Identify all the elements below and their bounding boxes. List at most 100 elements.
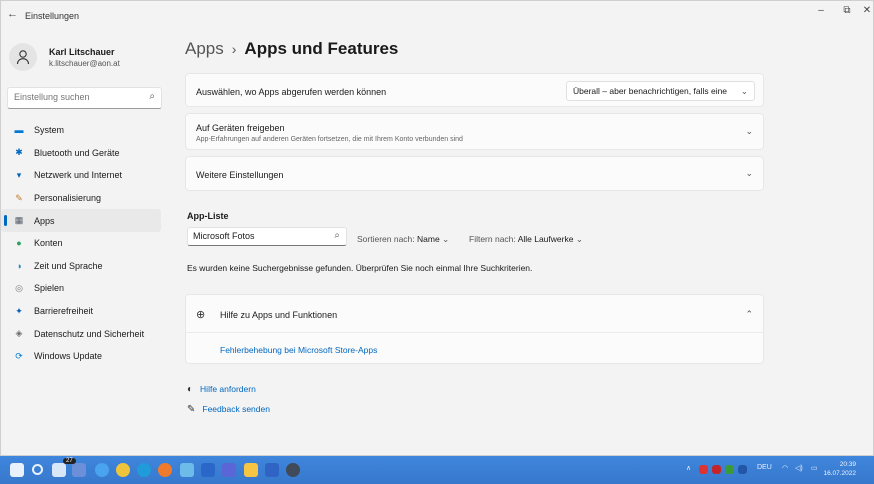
sidebar-item-label: Bluetooth und Geräte bbox=[34, 147, 120, 158]
feedback-link[interactable]: ✎ Feedback senden bbox=[187, 404, 270, 415]
app-source-dropdown[interactable]: Überall – aber benachrichtigen, falls ei… bbox=[566, 81, 755, 101]
breadcrumb-parent[interactable]: Apps bbox=[185, 39, 224, 58]
page-title: Apps und Features bbox=[244, 39, 399, 58]
monitor-icon: ▬ bbox=[14, 125, 24, 136]
clock-date: 16.07.2022 bbox=[823, 470, 856, 477]
taskbar: 27 ∧ DEU ◠ ◁) ▭ 20:39 16.07.2022 bbox=[0, 456, 874, 484]
wifi-icon[interactable]: ◠ bbox=[782, 464, 788, 472]
filter-dropdown[interactable]: Filtern nach: Alle Laufwerke ⌄ bbox=[469, 234, 583, 245]
brush-icon: ✎ bbox=[15, 192, 23, 203]
language-indicator[interactable]: DEU bbox=[757, 464, 772, 471]
bluetooth-icon: ✱ bbox=[15, 147, 23, 158]
sidebar-item-label: Datenschutz und Sicherheit bbox=[34, 328, 145, 339]
avatar bbox=[9, 43, 37, 71]
settings-search-box[interactable]: ⌕ bbox=[7, 87, 162, 109]
chevron-down-icon: ⌄ bbox=[442, 234, 450, 244]
sidebar-item-system[interactable]: ▬ System bbox=[1, 119, 161, 142]
sidebar-item-label: Personalisierung bbox=[34, 193, 102, 204]
feedback-icon: ✎ bbox=[187, 404, 196, 415]
sidebar-item-label: Netzwerk und Internet bbox=[34, 170, 123, 181]
sidebar-item-label: System bbox=[34, 125, 65, 136]
search-icon[interactable]: ⌕ bbox=[334, 230, 340, 241]
search-icon[interactable]: ⌕ bbox=[149, 91, 155, 102]
chevron-down-icon[interactable]: ⌄ bbox=[745, 168, 753, 179]
chat-icon[interactable] bbox=[72, 463, 86, 477]
sidebar-item-konten[interactable]: ● Konten bbox=[1, 232, 161, 255]
chrome-icon[interactable] bbox=[116, 463, 130, 477]
firefox-icon[interactable] bbox=[158, 463, 172, 477]
settings-search-input[interactable] bbox=[14, 92, 144, 102]
sidebar-item-label: Zeit und Sprache bbox=[34, 260, 103, 271]
volume-icon[interactable]: ◁) bbox=[795, 464, 803, 472]
clock-time: 20:39 bbox=[839, 461, 856, 468]
shield-icon: ◈ bbox=[15, 328, 23, 339]
tray-chevron-icon[interactable]: ∧ bbox=[686, 464, 691, 472]
task-view-icon[interactable] bbox=[52, 463, 66, 477]
app-search-box[interactable]: ⌕ bbox=[187, 227, 347, 246]
sidebar-item-spielen[interactable]: ◎ Spielen bbox=[1, 277, 161, 300]
clock[interactable]: 20:39 16.07.2022 bbox=[823, 460, 856, 478]
chevron-up-icon[interactable]: ⌃ bbox=[745, 309, 753, 320]
app-source-label: Auswählen, wo Apps abgerufen werden könn… bbox=[196, 87, 387, 97]
battery-icon[interactable]: ▭ bbox=[811, 464, 818, 472]
tray-app-icon[interactable] bbox=[699, 465, 708, 474]
store-icon[interactable] bbox=[265, 463, 279, 477]
app-icon[interactable] bbox=[180, 463, 194, 477]
gamepad-icon: ◎ bbox=[15, 282, 23, 293]
teams-icon[interactable] bbox=[222, 463, 236, 477]
back-arrow-icon[interactable]: ← bbox=[7, 8, 18, 20]
minimize-button[interactable]: – bbox=[809, 5, 833, 16]
breadcrumb-separator: › bbox=[231, 41, 237, 57]
wifi-icon: ▾ bbox=[16, 169, 22, 180]
settings-gear-icon[interactable] bbox=[286, 463, 300, 477]
tray-app-icon[interactable] bbox=[725, 465, 734, 474]
help-title: Hilfe zu Apps und Funktionen bbox=[220, 310, 338, 320]
sidebar-item-barrierefreiheit[interactable]: ✦ Barrierefreiheit bbox=[1, 300, 161, 323]
close-button[interactable]: ✕ bbox=[855, 5, 873, 16]
sidebar-item-label: Apps bbox=[34, 215, 55, 226]
get-help-link[interactable]: ◐ Hilfe anfordern bbox=[187, 384, 256, 395]
troubleshoot-store-apps-link[interactable]: Fehlerbehebung bei Microsoft Store-Apps bbox=[220, 345, 377, 355]
app-search-input[interactable] bbox=[193, 231, 328, 241]
person-icon: ● bbox=[16, 238, 22, 249]
more-settings-card[interactable]: Weitere Einstellungen ⌄ bbox=[185, 156, 764, 191]
edge-icon[interactable] bbox=[95, 463, 109, 477]
sidebar-item-zeit-und-sprache[interactable]: ◑ Zeit und Sprache bbox=[1, 255, 161, 278]
help-card-header[interactable]: ⊕ Hilfe zu Apps und Funktionen ⌃ bbox=[186, 295, 763, 333]
chevron-down-icon: ⌄ bbox=[575, 234, 583, 244]
sidebar-item-personalisierung[interactable]: ✎ Personalisierung bbox=[1, 187, 161, 210]
file-explorer-icon[interactable] bbox=[244, 463, 258, 477]
accessibility-icon: ✦ bbox=[15, 305, 23, 316]
profile-name: Karl Litschauer bbox=[49, 47, 115, 57]
sidebar-item-label: Konten bbox=[34, 238, 63, 249]
tray-app-icon[interactable] bbox=[712, 465, 721, 474]
get-help-label: Hilfe anfordern bbox=[200, 384, 256, 394]
globe-icon: ⊕ bbox=[196, 309, 206, 321]
share-devices-card[interactable]: Auf Geräten freigeben App-Erfahrungen au… bbox=[185, 113, 764, 150]
sidebar-item-datenschutz-und-sicherheit[interactable]: ◈ Datenschutz und Sicherheit bbox=[1, 322, 161, 345]
sidebar-item-windows-update[interactable]: ⟳ Windows Update bbox=[1, 345, 161, 368]
sidebar-item-netzwerk-und-internet[interactable]: ▾ Netzwerk und Internet bbox=[1, 164, 161, 187]
window-title: Einstellungen bbox=[25, 11, 80, 21]
sort-dropdown[interactable]: Sortieren nach: Name ⌄ bbox=[357, 234, 449, 245]
more-settings-label: Weitere Einstellungen bbox=[196, 170, 284, 180]
outlook-icon[interactable] bbox=[201, 463, 215, 477]
update-icon: ⟳ bbox=[15, 350, 23, 361]
app-source-dropdown-value: Überall – aber benachrichtigen, falls ei… bbox=[573, 86, 728, 96]
profile-email: k.litschauer@aon.at bbox=[49, 59, 120, 68]
sidebar-item-label: Windows Update bbox=[34, 351, 103, 362]
browser-icon[interactable] bbox=[137, 463, 151, 477]
tray-app-icon[interactable] bbox=[738, 465, 747, 474]
sidebar-nav: ▬ System ✱ Bluetooth und Geräte ▾ Netzwerk un… bbox=[1, 119, 161, 368]
sidebar-item-bluetooth-und-geräte[interactable]: ✱ Bluetooth und Geräte bbox=[1, 142, 161, 165]
share-devices-label: Auf Geräten freigeben bbox=[196, 123, 285, 133]
notification-badge: 27 bbox=[63, 458, 76, 464]
sidebar-item-apps[interactable]: ▦ Apps bbox=[1, 209, 161, 232]
no-results-message: Es wurden keine Suchergebnisse gefunden.… bbox=[187, 263, 533, 273]
chevron-down-icon[interactable]: ⌄ bbox=[745, 126, 753, 137]
user-icon bbox=[16, 50, 30, 65]
filter-value: Alle Laufwerke bbox=[517, 234, 574, 244]
start-icon[interactable] bbox=[10, 463, 24, 477]
clock-globe-icon: ◑ bbox=[16, 260, 22, 271]
search-icon[interactable] bbox=[32, 464, 43, 475]
